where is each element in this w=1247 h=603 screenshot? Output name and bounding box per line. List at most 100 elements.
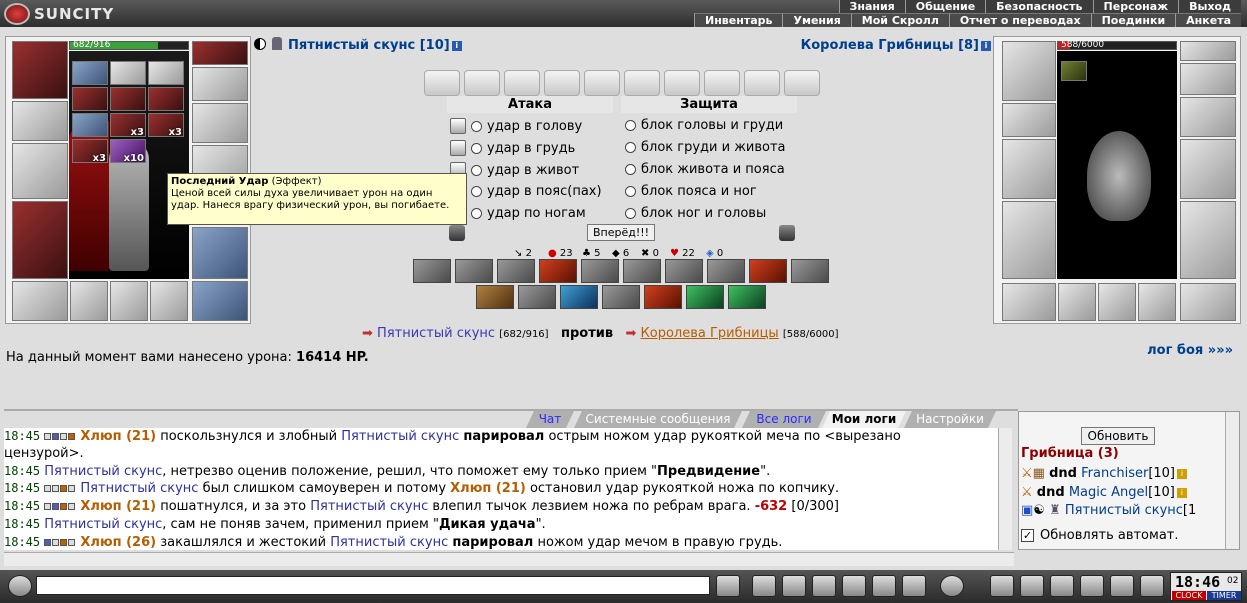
gloves-slot[interactable] — [192, 41, 248, 65]
crossed-swords-icon[interactable] — [449, 225, 465, 241]
defense-option-belt-legs[interactable]: блок пояса и ног — [625, 184, 757, 199]
tab-my-logs[interactable]: Мои логи — [822, 411, 906, 428]
left-player-header[interactable]: Пятнистый скунс [10] i — [288, 38, 462, 53]
battle-log-link[interactable]: лог боя »»» — [1147, 343, 1233, 358]
skill-icon[interactable] — [497, 259, 535, 283]
info-icon[interactable]: i — [451, 40, 462, 51]
right-player-header[interactable]: Королева Грибницы [8] i — [801, 38, 991, 53]
user-name[interactable]: Franchiser — [1081, 466, 1148, 481]
attack-radio[interactable] — [471, 164, 482, 176]
bracers-slot[interactable] — [12, 101, 68, 141]
forward-button[interactable]: Вперёд!!! — [587, 224, 655, 241]
sound-icon[interactable] — [902, 575, 926, 597]
defense-radio[interactable] — [625, 120, 636, 131]
attack-option-belly[interactable]: удар в живот — [450, 162, 579, 178]
chat-horizontal-scrollbar[interactable] — [4, 552, 1014, 566]
inventory-item[interactable] — [72, 113, 108, 137]
running-man-icon[interactable] — [842, 575, 866, 597]
inventory-item[interactable] — [148, 87, 184, 111]
tab-chat[interactable]: Чат — [526, 411, 574, 428]
tab-system-messages[interactable]: Системные сообщения — [574, 411, 742, 428]
nav-skills[interactable]: Умения — [782, 13, 851, 27]
defense-option-belly-belt[interactable]: блок живота и пояса — [625, 162, 785, 177]
nav-transfer-report[interactable]: Отчет о переводах — [948, 13, 1091, 27]
attack-slot-icon[interactable] — [450, 118, 466, 134]
log-nick[interactable]: Хлюп (21) — [80, 429, 156, 444]
scroll-slot[interactable] — [744, 70, 780, 96]
log-nick[interactable]: Пятнистый скунс — [80, 481, 198, 496]
weapon-slot[interactable] — [12, 143, 68, 199]
scroll-slot[interactable] — [784, 70, 820, 96]
nav-exit[interactable]: Выход — [1178, 0, 1241, 13]
user-name[interactable]: Пятнистый скунс — [1065, 503, 1183, 518]
nav-duels[interactable]: Поединки — [1090, 13, 1176, 27]
ring-slot[interactable] — [12, 281, 68, 321]
attack-option-chest[interactable]: удар в грудь — [450, 140, 575, 156]
skill-icon-active[interactable] — [539, 259, 577, 283]
opponent-gauntlet-slot[interactable] — [1180, 97, 1236, 137]
nav-knowledge[interactable]: Знания — [838, 0, 905, 13]
scroll-slot[interactable] — [704, 70, 740, 96]
chat-scrollbar[interactable] — [998, 428, 1012, 550]
opponent-effect-icon[interactable] — [1061, 61, 1087, 81]
auto-refresh-checkbox[interactable]: ✓ — [1021, 529, 1034, 542]
opponent-amulet-slot[interactable] — [1180, 63, 1236, 95]
flag-icon[interactable] — [1110, 575, 1134, 597]
opponent-boots-slot[interactable] — [1180, 283, 1236, 321]
skill-icon[interactable] — [728, 285, 766, 309]
info-icon[interactable]: i — [981, 40, 991, 51]
versus-right-name[interactable]: Королева Грибницы — [641, 326, 779, 341]
skill-icon[interactable] — [413, 259, 451, 283]
attack-radio[interactable] — [471, 120, 482, 132]
scroll-slot[interactable] — [624, 70, 660, 96]
opponent-armor-slot[interactable] — [1002, 201, 1056, 279]
log-nick[interactable]: Пятнистый скунс — [44, 517, 162, 532]
empty-slot[interactable] — [1098, 283, 1136, 321]
defense-option-head-chest[interactable]: блок головы и груди — [625, 118, 783, 133]
empty-slot[interactable] — [70, 281, 108, 321]
tab-settings[interactable]: Настройки — [904, 411, 996, 428]
opponent-ring-slot[interactable] — [1002, 283, 1056, 321]
log-nick[interactable]: Хлюп (21) — [80, 499, 156, 514]
refresh-button[interactable]: Обновить — [1081, 427, 1155, 445]
inventory-item[interactable]: x3 — [148, 113, 184, 138]
attack-radio[interactable] — [471, 186, 482, 197]
nav-profile[interactable]: Анкета — [1175, 13, 1241, 27]
skill-icon[interactable] — [581, 259, 619, 283]
skill-icon-active[interactable] — [749, 259, 787, 283]
skill-icon[interactable] — [455, 259, 493, 283]
defense-option-legs-head[interactable]: блок ног и головы — [625, 206, 766, 221]
defense-option-chest-belly[interactable]: блок груди и живота — [625, 140, 786, 155]
chat-input[interactable] — [36, 576, 710, 595]
skill-icon[interactable] — [476, 285, 514, 309]
timer-label[interactable]: TIMER — [1207, 591, 1241, 600]
clock-label[interactable]: CLOCK — [1172, 591, 1206, 600]
log-nick[interactable]: Пятнистый скунс — [341, 429, 459, 444]
empty-slot[interactable] — [1058, 283, 1096, 321]
skill-icon[interactable] — [623, 259, 661, 283]
auto-refresh-row[interactable]: ✓ Обновлять автомат. — [1021, 528, 1179, 543]
scroll-slot[interactable] — [464, 70, 500, 96]
inventory-icon[interactable] — [990, 575, 1014, 597]
log-nick[interactable]: Пятнистый скунс — [330, 535, 448, 550]
opponent-weapon-slot[interactable] — [1002, 139, 1056, 199]
scroll-slot[interactable] — [424, 70, 460, 96]
save-icon[interactable] — [812, 575, 836, 597]
scroll-slot[interactable] — [504, 70, 540, 96]
gauntlet-slot[interactable] — [192, 103, 248, 143]
log-nick[interactable]: Пятнистый скунс — [310, 499, 428, 514]
log-nick[interactable]: Хлюп (21) — [450, 481, 526, 496]
inventory-item[interactable] — [72, 87, 108, 111]
defense-radio[interactable] — [625, 142, 636, 153]
filter-icon[interactable] — [782, 575, 806, 597]
inventory-item[interactable]: x3 — [110, 113, 146, 138]
inventory-item[interactable]: x10 — [110, 139, 146, 164]
userlist-scrollbar[interactable] — [1225, 412, 1239, 549]
defense-radio[interactable] — [625, 208, 636, 219]
translit-icon[interactable] — [872, 575, 896, 597]
scroll-icon[interactable] — [1020, 575, 1044, 597]
armor-slot[interactable] — [12, 201, 68, 279]
user-row[interactable]: ⚔ dnd Magic Angel[10] i — [1021, 485, 1187, 500]
empty-slot[interactable] — [110, 281, 148, 321]
attack-radio[interactable] — [471, 142, 482, 154]
